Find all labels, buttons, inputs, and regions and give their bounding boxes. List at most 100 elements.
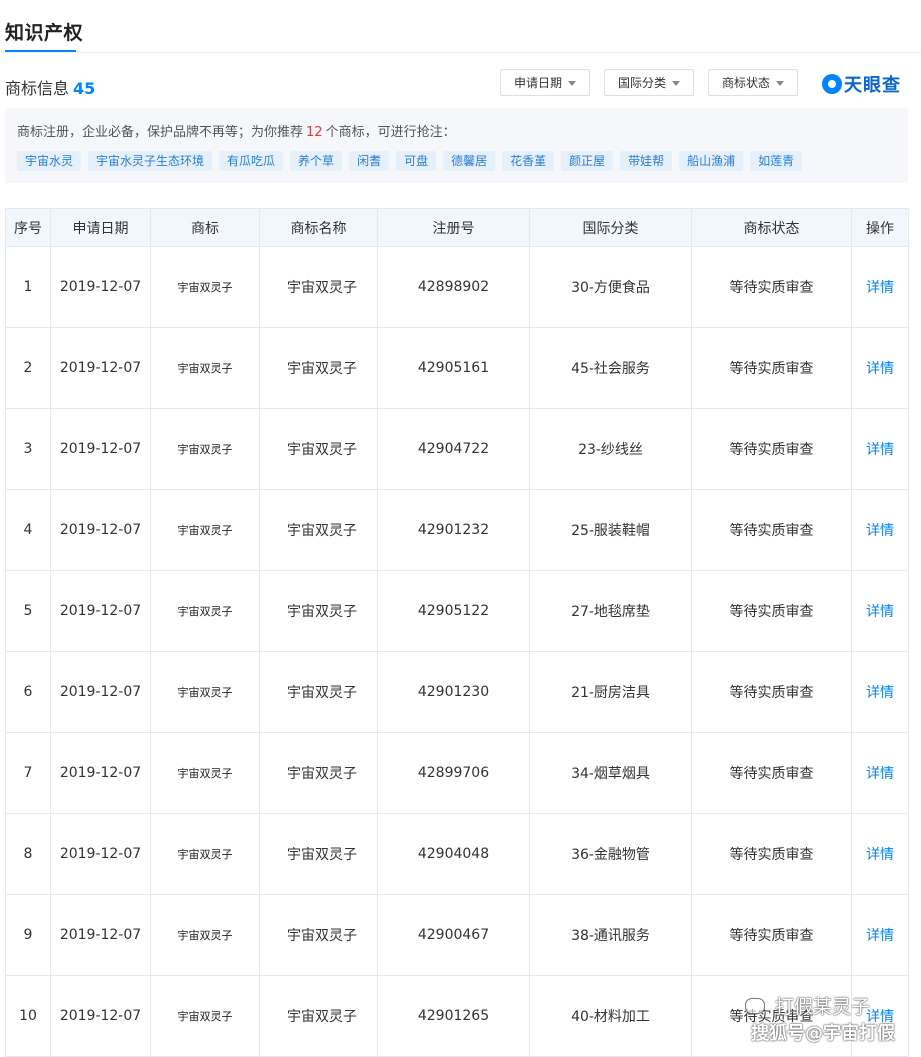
trademark-logo-image: 宇宙双灵子	[177, 524, 233, 537]
recommend-tag[interactable]: 带娃帮	[620, 151, 673, 171]
cell-trademark-name: 宇宙双灵子	[259, 813, 378, 895]
cell-status: 等待实质审查	[691, 246, 852, 328]
table-row: 6 2019-12-07 宇宙双灵子 宇宙双灵子 42901230 21-厨房洁具 等待实质…	[5, 651, 909, 733]
col-header-reg-no: 注册号	[377, 208, 530, 247]
caret-down-icon	[568, 81, 576, 86]
cell-no: 6	[5, 651, 51, 733]
cell-reg-no: 42904048	[377, 813, 530, 895]
cell-reg-no: 42900467	[377, 894, 530, 976]
recommend-text-prefix: 商标注册，企业必备，保护品牌不再等；为你推荐	[17, 125, 304, 140]
cell-no: 9	[5, 894, 51, 976]
detail-link[interactable]: 详情	[866, 685, 894, 701]
detail-link[interactable]: 详情	[866, 280, 894, 296]
section-title[interactable]: 知识产权	[5, 18, 83, 45]
cell-intl-class: 45-社会服务	[529, 327, 692, 409]
cell-intl-class: 27-地毯席垫	[529, 570, 692, 652]
trademark-logo-image: 宇宙双灵子	[177, 848, 233, 861]
detail-link: 详情	[851, 327, 909, 409]
cell-no: 4	[5, 489, 51, 571]
cell-apply-date: 2019-12-07	[50, 894, 151, 976]
watermark-line1: 打假某灵子	[775, 996, 871, 1018]
cell-intl-class: 36-金融物管	[529, 813, 692, 895]
recommend-tag[interactable]: 花香堇	[502, 151, 555, 171]
recommend-panel: 商标注册，企业必备，保护品牌不再等；为你推荐 12 个商标，可进行抢注： 宇宙水灵 …	[5, 108, 908, 183]
detail-link[interactable]: 详情	[866, 604, 894, 620]
detail-link[interactable]: 详情	[866, 523, 894, 539]
cell-trademark-name: 宇宙双灵子	[259, 975, 378, 1057]
recommend-text-suffix: 个商标，可进行抢注：	[325, 125, 456, 140]
trademark-count: 45	[73, 79, 96, 98]
cell-trademark-name: 宇宙双灵子	[259, 489, 378, 571]
cell-status: 等待实质审查	[691, 894, 852, 976]
cell-intl-class: 34-烟草烟具	[529, 732, 692, 814]
col-header-logo: 商标	[150, 208, 260, 247]
cell-no: 1	[5, 246, 51, 328]
cell-status: 等待实质审查	[691, 732, 852, 814]
trademark-table: 序号 申请日期 商标 商标名称 注册号 国际分类 商标状态 操作 1 2019-1…	[5, 208, 909, 1057]
detail-link: 详情	[851, 246, 909, 328]
col-header-status: 商标状态	[691, 208, 852, 247]
recommend-tag[interactable]: 德馨居	[443, 151, 496, 171]
chat-bubble-icon	[745, 998, 765, 1014]
cell-intl-class: 23-纱线丝	[529, 408, 692, 490]
filter-apply-date-dropdown[interactable]: 申请日期	[500, 69, 590, 96]
cell-trademark-logo: 宇宙双灵子	[150, 570, 260, 652]
cell-apply-date: 2019-12-07	[50, 489, 151, 571]
trademark-logo-image: 宇宙双灵子	[177, 281, 233, 294]
cell-reg-no: 42898902	[377, 246, 530, 328]
cell-trademark-logo: 宇宙双灵子	[150, 651, 260, 733]
cell-status: 等待实质审查	[691, 570, 852, 652]
detail-link[interactable]: 详情	[866, 361, 894, 377]
cell-status: 等待实质审查	[691, 489, 852, 571]
recommend-text: 商标注册，企业必备，保护品牌不再等；为你推荐 12 个商标，可进行抢注：	[17, 121, 456, 140]
cell-apply-date: 2019-12-07	[50, 651, 151, 733]
table-row: 3 2019-12-07 宇宙双灵子 宇宙双灵子 42904722 23-纱线丝 等待实质审…	[5, 408, 909, 490]
recommend-tag[interactable]: 养个草	[290, 151, 343, 171]
trademark-logo-image: 宇宙双灵子	[177, 605, 233, 618]
table-header-row: 序号 申请日期 商标 商标名称 注册号 国际分类 商标状态 操作	[5, 208, 909, 247]
recommend-tag[interactable]: 如莲青	[750, 151, 803, 171]
detail-link: 详情	[851, 651, 909, 733]
cell-trademark-name: 宇宙双灵子	[259, 894, 378, 976]
trademark-logo-image: 宇宙双灵子	[177, 929, 233, 942]
cell-reg-no: 42904722	[377, 408, 530, 490]
detail-link[interactable]: 详情	[866, 766, 894, 782]
cell-no: 8	[5, 813, 51, 895]
table-row: 5 2019-12-07 宇宙双灵子 宇宙双灵子 42905122 27-地毯席垫 等待实质…	[5, 570, 909, 652]
trademark-logo-image: 宇宙双灵子	[177, 362, 233, 375]
col-header-name: 商标名称	[259, 208, 378, 247]
filter-tm-status-label: 商标状态	[721, 76, 770, 90]
cell-status: 等待实质审查	[691, 651, 852, 733]
cell-status: 等待实质审查	[691, 408, 852, 490]
recommend-tag[interactable]: 颜正屋	[561, 151, 614, 171]
recommend-tag[interactable]: 闲耆	[349, 151, 390, 171]
col-header-date: 申请日期	[50, 208, 151, 247]
cell-reg-no: 42901230	[377, 651, 530, 733]
filter-intl-class-dropdown[interactable]: 国际分类	[604, 69, 694, 96]
recommend-tag[interactable]: 船山渔浦	[679, 151, 744, 171]
filter-tm-status-dropdown[interactable]: 商标状态	[708, 69, 798, 96]
recommend-tag[interactable]: 宇宙水灵	[17, 151, 82, 171]
detail-link: 详情	[851, 408, 909, 490]
cell-no: 5	[5, 570, 51, 652]
trademark-logo-image: 宇宙双灵子	[177, 443, 233, 456]
caret-down-icon	[672, 81, 680, 86]
cell-apply-date: 2019-12-07	[50, 408, 151, 490]
table-row: 8 2019-12-07 宇宙双灵子 宇宙双灵子 42904048 36-金融物管 等待实质…	[5, 813, 909, 895]
detail-link[interactable]: 详情	[866, 847, 894, 863]
detail-link: 详情	[851, 894, 909, 976]
recommend-tags: 宇宙水灵 宇宙水灵子生态环境 有瓜吃瓜 养个草 闲耆 可盘 德馨居 花香堇 颜正…	[17, 151, 803, 171]
cell-apply-date: 2019-12-07	[50, 570, 151, 652]
cell-no: 3	[5, 408, 51, 490]
detail-link[interactable]: 详情	[866, 442, 894, 458]
cell-apply-date: 2019-12-07	[50, 732, 151, 814]
cell-no: 2	[5, 327, 51, 409]
recommend-tag[interactable]: 宇宙水灵子生态环境	[88, 151, 213, 171]
cell-intl-class: 38-通讯服务	[529, 894, 692, 976]
cell-apply-date: 2019-12-07	[50, 975, 151, 1057]
cell-status: 等待实质审查	[691, 327, 852, 409]
detail-link[interactable]: 详情	[866, 928, 894, 944]
recommend-tag[interactable]: 有瓜吃瓜	[219, 151, 284, 171]
recommend-tag[interactable]: 可盘	[396, 151, 437, 171]
logo-text: 天眼查	[844, 75, 901, 96]
